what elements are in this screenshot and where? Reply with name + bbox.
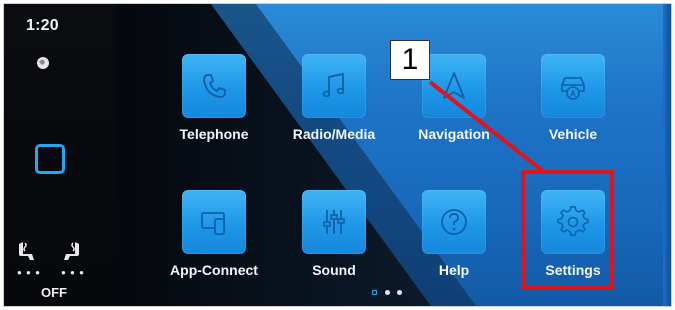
app-radio-media[interactable]: Radio/Media [280, 54, 388, 172]
app-label: Radio/Media [292, 126, 376, 142]
app-connect-icon [201, 212, 225, 235]
page-dot[interactable] [397, 290, 402, 295]
settings-highlight-box [521, 170, 614, 289]
app-label: Help [438, 262, 470, 278]
telephone-tile[interactable] [182, 54, 246, 118]
seat-level-indicator: ● ● ● [61, 268, 85, 277]
car-icon: A [561, 77, 585, 100]
app-telephone[interactable]: Telephone [160, 54, 268, 172]
page-indicator[interactable] [372, 288, 412, 298]
equalizer-icon [323, 210, 345, 234]
navigation-arrow-icon [443, 72, 465, 99]
app-help[interactable]: Help [400, 190, 508, 306]
phone-icon [203, 74, 226, 98]
vehicle-tile[interactable]: A [541, 54, 605, 118]
page-dot-active[interactable] [372, 290, 377, 295]
app-vehicle[interactable]: A Vehicle [519, 54, 627, 172]
navigation-tile[interactable] [422, 54, 486, 118]
app-label: Vehicle [548, 126, 598, 142]
status-sidebar: 1:20 ● ● ● ● ● ● OFF [4, 4, 116, 306]
radio-media-tile[interactable] [302, 54, 366, 118]
page-dot[interactable] [385, 290, 390, 295]
callout-number: 1 [390, 40, 430, 80]
app-label: Navigation [418, 126, 490, 142]
globe-icon [37, 57, 49, 69]
home-button[interactable] [35, 144, 65, 174]
app-label: App-Connect [170, 262, 258, 278]
seat-level-indicator: ● ● ● [17, 268, 41, 277]
seat-heater-icon [64, 242, 79, 260]
music-note-icon [322, 72, 345, 98]
app-label: Sound [312, 262, 356, 278]
sound-tile[interactable] [302, 190, 366, 254]
app-app-connect[interactable]: App-Connect [160, 190, 268, 306]
help-tile[interactable] [422, 190, 486, 254]
app-label: Telephone [179, 126, 249, 142]
svg-text:A: A [570, 90, 576, 99]
seat-heater-status: OFF [41, 285, 67, 300]
seat-heater-icon [19, 242, 34, 260]
seat-heater-control[interactable]: ● ● ● ● ● ● OFF [17, 240, 97, 300]
screen-edge [663, 4, 671, 306]
app-connect-tile[interactable] [182, 190, 246, 254]
clock: 1:20 [26, 17, 59, 34]
help-icon [441, 209, 467, 235]
